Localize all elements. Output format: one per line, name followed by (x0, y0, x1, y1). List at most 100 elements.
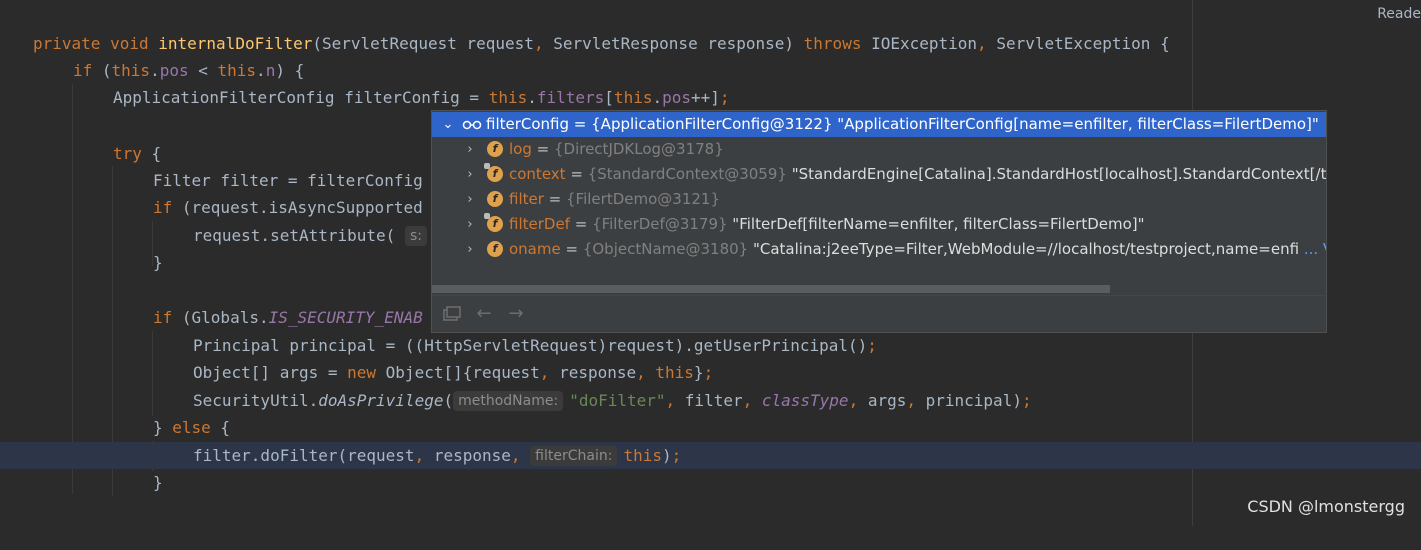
punct: , (539, 363, 560, 382)
keyword: void (110, 34, 149, 53)
code-text: [ (604, 88, 614, 107)
method-name: internalDoFilter (158, 34, 313, 53)
keyword: new (347, 363, 377, 382)
tree-node-filter[interactable]: › f filter = {FilertDemo@3121} (432, 187, 1326, 212)
keyword: if (153, 308, 173, 327)
equals: = (569, 115, 592, 133)
keyword: throws (803, 34, 862, 53)
keyword: this (613, 88, 653, 107)
punct: ; (719, 88, 730, 107)
static-field-ref: classType (761, 391, 849, 410)
code-line: } (0, 469, 1421, 496)
code-text: (request.isAsyncSupported (172, 198, 423, 217)
field-ref: {FilertDemo@3121} (566, 190, 720, 208)
tree-node-oname[interactable]: › f oname = {ObjectName@3180} "Catalina:… (432, 237, 1326, 262)
chevron-right-icon[interactable]: › (464, 162, 476, 187)
punct: , (414, 446, 434, 465)
code-text: { (141, 144, 162, 163)
code-text: } (153, 418, 173, 437)
code-text: Object[]{request (376, 363, 540, 382)
code-text: request.setAttribute( (193, 226, 396, 245)
field-ref: {ObjectName@3180} (582, 240, 749, 258)
keyword: this (488, 88, 528, 107)
debug-value-popup[interactable]: ⌄ filterConfig = {ApplicationFilterConfi… (431, 110, 1327, 333)
code-text: args (867, 391, 907, 410)
code-text: . (527, 88, 537, 107)
equals: = (531, 140, 554, 158)
chevron-right-icon[interactable]: › (464, 212, 476, 237)
punct: , (906, 391, 926, 410)
field-ref: pos (159, 61, 189, 80)
var-value: "ApplicationFilterConfig[name=enfilter, … (832, 115, 1319, 133)
code-text: Principal principal = ((HttpServletReque… (193, 336, 868, 355)
view-link[interactable]: ... View (1304, 240, 1326, 258)
execution-line: filter.doFilter(request, response, filte… (0, 442, 1421, 469)
field-name: log (509, 140, 532, 158)
code-editor[interactable]: Reade private void internalDoFilter(Serv… (0, 0, 1421, 526)
reader-mode-label[interactable]: Reade (1377, 6, 1421, 22)
tree-node-filterDef[interactable]: › f filterDef = {FilterDef@3179} "Filter… (432, 212, 1326, 237)
punct: , (665, 391, 685, 410)
code-text: { (210, 418, 231, 437)
punct: , (977, 34, 997, 53)
parameter-hint: s: (404, 226, 427, 246)
back-arrow-icon[interactable]: ← (474, 304, 494, 324)
popup-toolbar: ← → (432, 295, 1326, 332)
chevron-right-icon[interactable]: › (464, 187, 476, 212)
code-text: . (652, 88, 663, 107)
parameter-hint: filterChain: (530, 446, 618, 466)
keyword: this (655, 363, 694, 382)
field-ref: {FilterDef@3179} (592, 215, 728, 233)
field-ref: pos (662, 88, 692, 107)
code-text: ( (92, 61, 112, 80)
static-method-ref: doAsPrivilege (318, 391, 444, 410)
static-field-ref: IS_SECURITY_ENAB (268, 308, 423, 327)
punct: ; (671, 446, 682, 465)
code-text: response (433, 446, 511, 465)
code-text: Filter filter = filterConfig (153, 171, 423, 190)
code-text: } (693, 363, 704, 382)
field-name: oname (509, 240, 561, 258)
code-text: . (150, 61, 160, 80)
chevron-down-icon[interactable]: ⌄ (442, 112, 454, 137)
code-text: ( (443, 391, 454, 410)
punct: , (848, 391, 868, 410)
equals: = (569, 215, 593, 233)
code-line: ApplicationFilterConfig filterConfig = t… (0, 84, 1421, 111)
chevron-right-icon[interactable]: › (464, 237, 476, 262)
code-line: Principal principal = ((HttpServletReque… (0, 332, 1421, 359)
field-value: "FilterDef[filterName=enfilter, filterCl… (727, 215, 1145, 233)
scrollbar-thumb[interactable] (432, 285, 1110, 293)
field-icon: f (487, 141, 503, 157)
tree-node-filterConfig[interactable]: ⌄ filterConfig = {ApplicationFilterConfi… (432, 112, 1326, 137)
chevron-right-icon[interactable]: › (464, 137, 476, 162)
field-value: "StandardEngine[Catalina].StandardHost[l… (786, 165, 1326, 183)
code-text: ) (661, 446, 672, 465)
lock-icon (484, 213, 490, 219)
forward-arrow-icon[interactable]: → (506, 304, 526, 324)
tree-node-log[interactable]: › f log = {DirectJDKLog@3178} (432, 137, 1326, 162)
code-line: SecurityUtil.doAsPrivilege(methodName: "d… (0, 387, 1421, 414)
equals: = (565, 165, 588, 183)
equals: = (560, 240, 583, 258)
punct: , (742, 391, 762, 410)
code-text: (Globals. (172, 308, 269, 327)
pin-icon[interactable] (442, 304, 462, 324)
field-name: filterDef (509, 215, 570, 233)
field-ref: {DirectJDKLog@3178} (553, 140, 724, 158)
parameter-hint: methodName: (453, 391, 564, 411)
code-line: private void internalDoFilter(ServletReq… (0, 30, 1421, 57)
code-text: ServletResponse response) (553, 34, 804, 53)
field-icon: f (484, 213, 503, 232)
code-text: Object[] args = (193, 363, 348, 382)
keyword: private (33, 34, 101, 53)
keyword: this (111, 61, 151, 80)
code-text: ++] (691, 88, 720, 107)
keyword: else (172, 418, 211, 437)
tree-node-context[interactable]: › f context = {StandardContext@3059} "St… (432, 162, 1326, 187)
code-text: < (188, 61, 218, 80)
punct: , (533, 34, 554, 53)
watch-glasses-icon (462, 120, 482, 130)
var-ref: {ApplicationFilterConfig@3122} (591, 115, 833, 133)
punct: ; (1021, 391, 1032, 410)
